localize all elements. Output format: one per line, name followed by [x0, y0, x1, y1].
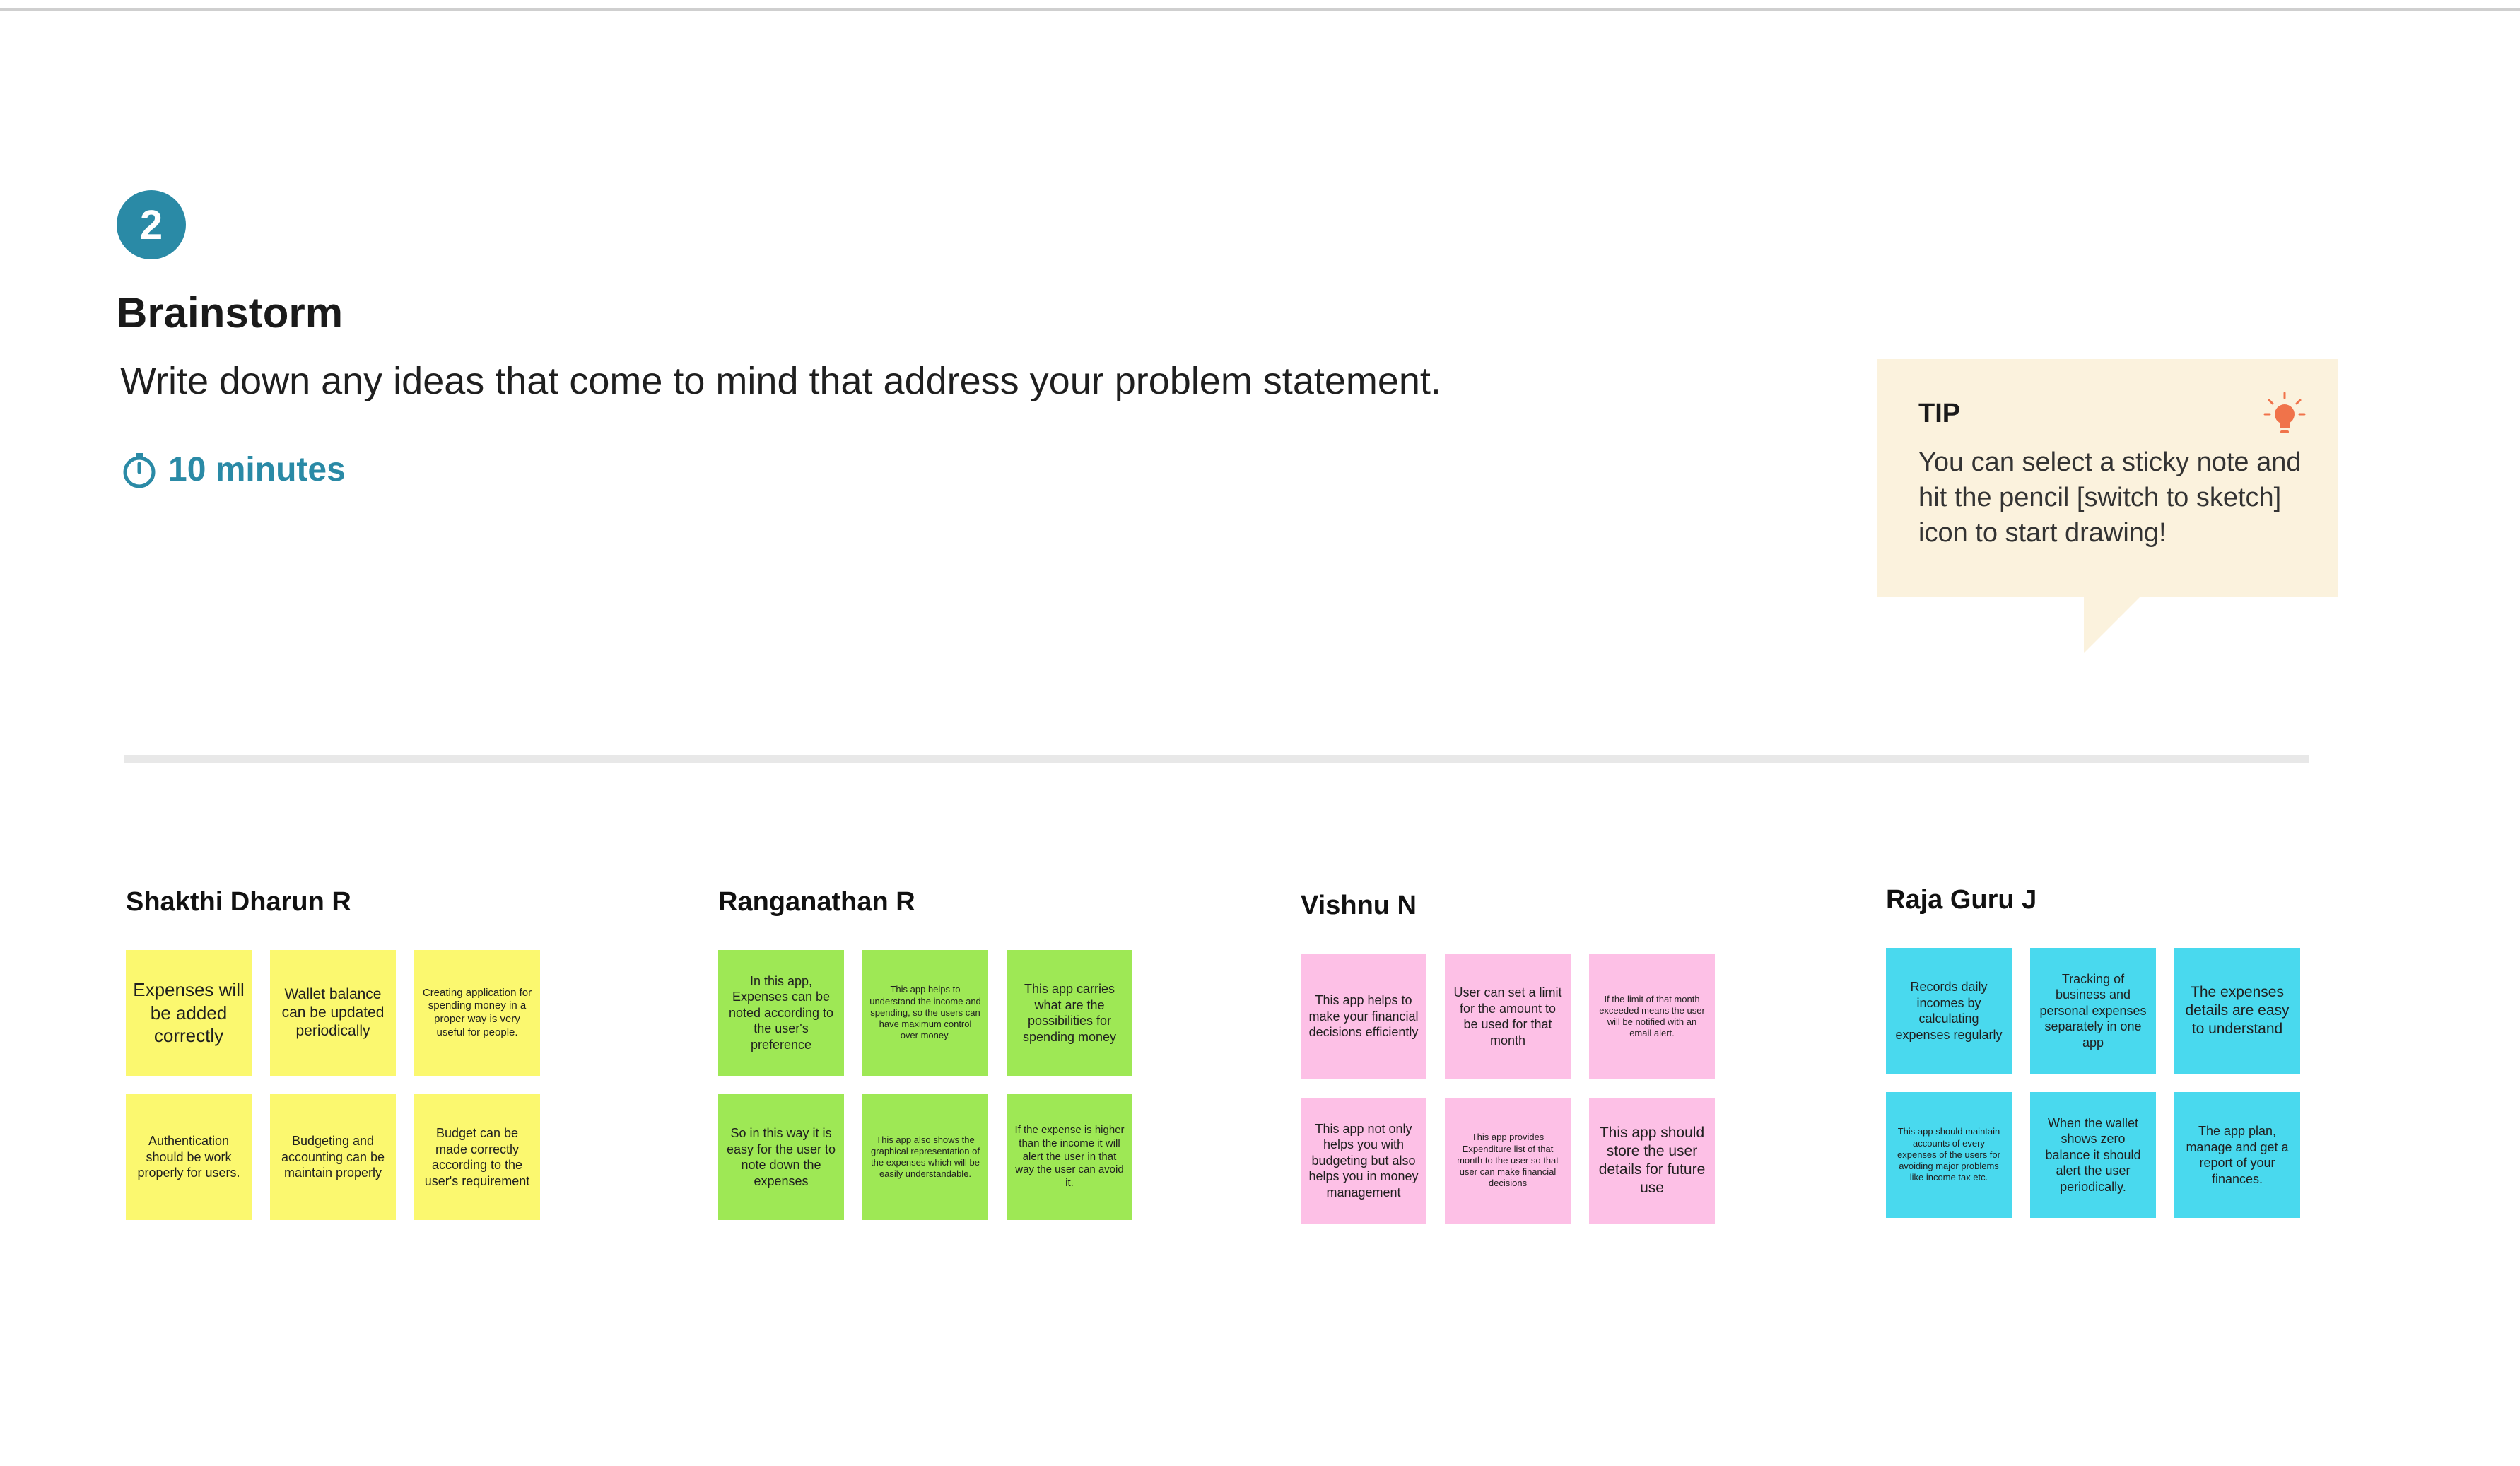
- step-number-badge: 2: [117, 190, 186, 259]
- sticky-note[interactable]: Budget can be made correctly according t…: [414, 1094, 540, 1220]
- page-title: Brainstorm: [117, 289, 344, 336]
- sticky-note[interactable]: This app should maintain accounts of eve…: [1886, 1092, 2012, 1218]
- tip-heading: TIP: [1918, 399, 1961, 428]
- sticky-note[interactable]: Expenses will be added correctly: [126, 950, 252, 1076]
- tip-callout-pointer: [2084, 597, 2140, 653]
- timer: 10 minutes: [120, 450, 346, 489]
- sticky-notes: Expenses will be added correctly Wallet …: [126, 950, 540, 1220]
- sticky-group-raja-guru: Raja Guru J Records daily incomes by cal…: [1886, 885, 2300, 1218]
- group-name: Raja Guru J: [1886, 885, 2037, 915]
- group-name: Shakthi Dharun R: [126, 887, 351, 917]
- sticky-note[interactable]: Tracking of business and personal expens…: [2030, 948, 2156, 1074]
- sticky-note[interactable]: This app not only helps you with budgeti…: [1301, 1098, 1426, 1224]
- sticky-note[interactable]: This app helps to make your financial de…: [1301, 954, 1426, 1079]
- sticky-note[interactable]: If the limit of that month exceeded mean…: [1589, 954, 1715, 1079]
- sticky-note[interactable]: When the wallet shows zero balance it sh…: [2030, 1092, 2156, 1218]
- sticky-note[interactable]: Authentication should be work properly f…: [126, 1094, 252, 1220]
- sticky-note[interactable]: The app plan, manage and get a report of…: [2174, 1092, 2300, 1218]
- tip-callout: TIP You can select a sticky note and hit…: [1877, 359, 2338, 597]
- sticky-note[interactable]: Wallet balance can be updated periodical…: [270, 950, 396, 1076]
- group-name: Ranganathan R: [718, 887, 915, 917]
- tip-body: You can select a sticky note and hit the…: [1918, 447, 2302, 548]
- sticky-note[interactable]: Records daily incomes by calculating exp…: [1886, 948, 2012, 1074]
- sticky-group-vishnu: Vishnu N This app helps to make your fin…: [1301, 891, 1715, 1224]
- sticky-note[interactable]: User can set a limit for the amount to b…: [1445, 954, 1571, 1079]
- sticky-notes: In this app, Expenses can be noted accor…: [718, 950, 1132, 1220]
- sticky-note[interactable]: This app also shows the graphical repres…: [862, 1094, 988, 1220]
- sticky-note[interactable]: In this app, Expenses can be noted accor…: [718, 950, 844, 1076]
- sticky-group-shakthi: Shakthi Dharun R Expenses will be added …: [126, 887, 540, 1220]
- sticky-note[interactable]: Budgeting and accounting can be maintain…: [270, 1094, 396, 1220]
- sticky-note[interactable]: This app carries what are the possibilit…: [1007, 950, 1132, 1076]
- stopwatch-icon: [123, 452, 156, 488]
- sticky-note[interactable]: So in this way it is easy for the user t…: [718, 1094, 844, 1220]
- sticky-notes: Records daily incomes by calculating exp…: [1886, 948, 2300, 1218]
- sticky-group-ranganathan: Ranganathan R In this app, Expenses can …: [718, 887, 1132, 1220]
- group-name: Vishnu N: [1301, 891, 1417, 920]
- sticky-note[interactable]: Creating application for spending money …: [414, 950, 540, 1076]
- page-subtitle: Write down any ideas that come to mind t…: [120, 360, 1441, 402]
- sticky-note[interactable]: This app should store the user details f…: [1589, 1098, 1715, 1224]
- sticky-note[interactable]: This app helps to understand the income …: [862, 950, 988, 1076]
- sticky-note[interactable]: The expenses details are easy to underst…: [2174, 948, 2300, 1074]
- sticky-note[interactable]: This app provides Expenditure list of th…: [1445, 1098, 1571, 1224]
- sticky-notes: This app helps to make your financial de…: [1301, 954, 1715, 1224]
- sticky-note[interactable]: If the expense is higher than the income…: [1007, 1094, 1132, 1220]
- timer-label: 10 minutes: [168, 451, 346, 488]
- section-divider: [124, 755, 2309, 763]
- lightbulb-icon: [2263, 392, 2306, 433]
- top-border: [0, 8, 2520, 11]
